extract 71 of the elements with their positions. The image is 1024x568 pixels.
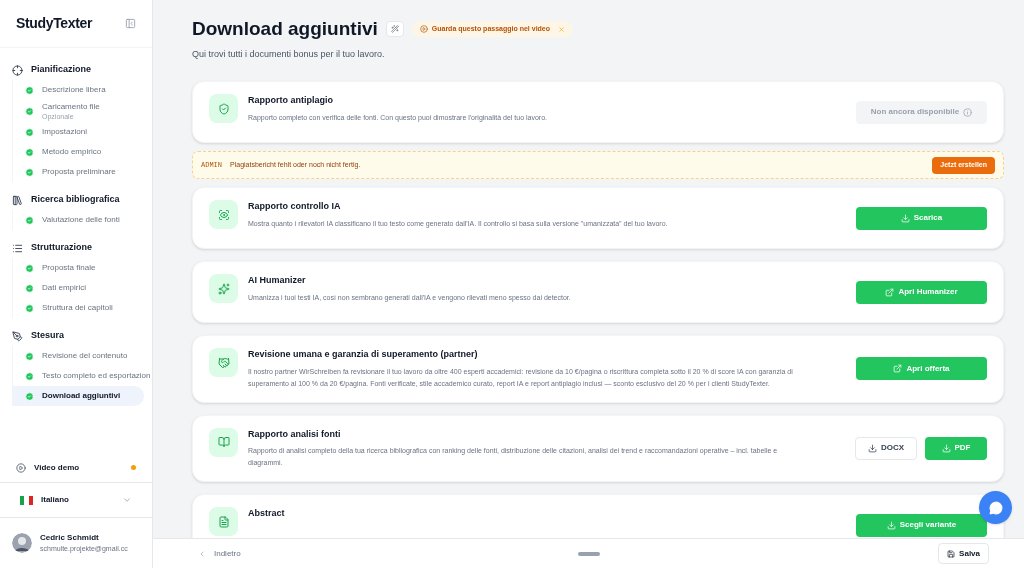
save-icon [947,549,956,558]
nav-label: Download aggiuntivi [42,390,121,402]
shield-icon [217,102,230,115]
download-icon [941,443,951,453]
nav-label: Revisione del contenuto [42,350,128,362]
video-demo-link[interactable]: Video demo [34,461,80,474]
nav-label: Proposta preliminare [42,166,116,178]
nav-item[interactable]: Impostazioni [13,122,144,142]
group-title: Ricerca bibliografica [31,193,120,207]
external-link-icon [893,364,903,374]
document-icon [217,515,230,528]
nav-label: Impostazioni [42,126,87,138]
download-icon [867,443,877,453]
download-icon [886,520,896,530]
scan-icon [217,208,230,221]
nav-label: Valutazione delle fonti [42,214,120,226]
nav-item[interactable]: Revisione del contenuto [13,346,144,366]
card-title: Revisione umana e garanzia di superamento (partner) [248,348,479,361]
target-icon [12,64,23,76]
nav-label: Caricamento file [42,101,100,113]
chat-button[interactable] [979,491,1012,524]
card-title: Rapporto antiplagio [248,94,334,107]
nav-label: Struttura dei capitoli [42,302,113,314]
nav-label: Testo completo ed esportazion [42,370,151,382]
brand-logo[interactable]: StudyTexter [16,13,93,34]
group-title: Pianificazione [31,63,92,77]
nav-item[interactable]: Dati empirici [13,278,144,298]
nav-label: Proposta finale [42,262,96,274]
nav-label: Descrizione libera [42,84,106,96]
group-title: Stesura [31,329,65,343]
user-name: Cedric Schmidt [40,531,100,544]
play-icon [16,462,26,473]
nav-item[interactable]: Metodo empirico [13,142,144,162]
close-icon[interactable] [558,25,566,33]
info-icon [963,107,973,117]
library-icon [12,194,23,206]
flag-icon [20,495,33,505]
handshake-icon [217,356,230,369]
card-title: Rapporto analisi fonti [248,427,342,441]
group-title: Strutturazione [31,241,92,255]
card-title: Rapporto controllo IA [248,200,342,213]
sparkles-icon [217,282,230,295]
nav-label: Dati empirici [42,282,86,294]
collapse-icon[interactable] [125,18,136,29]
nav-item[interactable]: Descrizione libera [13,80,144,100]
chat-icon [988,500,1003,515]
back-button[interactable]: Indietro [214,547,241,560]
book-icon [217,436,230,448]
drag-handle[interactable] [578,551,601,556]
language-selector[interactable]: Italiano [41,494,69,506]
page-title: Download aggiuntivi [192,17,378,41]
external-link-icon [885,287,895,297]
chevron-left-icon [198,549,206,558]
download-icon [900,213,910,223]
save-button[interactable]: Salva [938,543,989,564]
nav-item[interactable]: Valutazione delle fonti [13,210,144,230]
nav-item[interactable]: Download aggiuntivi [13,386,144,406]
play-icon [419,25,428,34]
card-title: Abstract [248,507,286,520]
pen-icon [12,330,23,342]
nav-item[interactable]: Proposta preliminare [13,162,144,182]
action-button[interactable]: DOCX [855,436,917,460]
avatar [12,533,32,553]
nav-label: Metodo empirico [42,146,102,158]
page-subtitle: Qui trovi tutti i documenti bonus per il tuo lavoro. [192,47,386,61]
nav-item[interactable]: Proposta finale [13,258,144,278]
chevron-down-icon[interactable] [122,495,132,505]
card-title: AI Humanizer [248,274,307,287]
list-icon [12,242,23,254]
nav-item[interactable]: Struttura dei capitoli [13,298,144,318]
magic-button[interactable] [385,21,404,38]
